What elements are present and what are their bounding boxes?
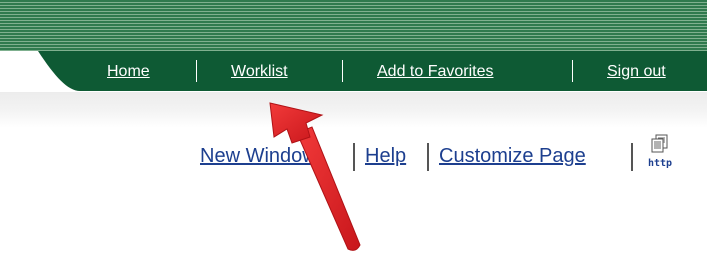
nav-separator: [572, 60, 573, 82]
nav-worklist-link[interactable]: Worklist: [231, 63, 288, 81]
customize-page-link[interactable]: Customize Page: [439, 145, 586, 168]
nav-separator: [342, 60, 343, 82]
nav-add-to-favorites-link[interactable]: Add to Favorites: [377, 63, 494, 81]
header-banner: [0, 0, 707, 51]
help-link[interactable]: Help: [365, 145, 406, 168]
http-icon-label: http: [648, 158, 673, 169]
nav-separator: [196, 60, 197, 82]
utility-separator: [631, 143, 633, 171]
utility-separator: [427, 143, 429, 171]
http-link-icon[interactable]: http: [648, 134, 678, 174]
nav-sign-out-link[interactable]: Sign out: [607, 63, 666, 81]
copy-pages-icon: [651, 134, 668, 153]
red-arrow-annotation: [269, 102, 361, 251]
top-nav-links: Home Worklist Add to Favorites Sign out: [0, 51, 707, 91]
nav-home-link[interactable]: Home: [107, 63, 150, 81]
